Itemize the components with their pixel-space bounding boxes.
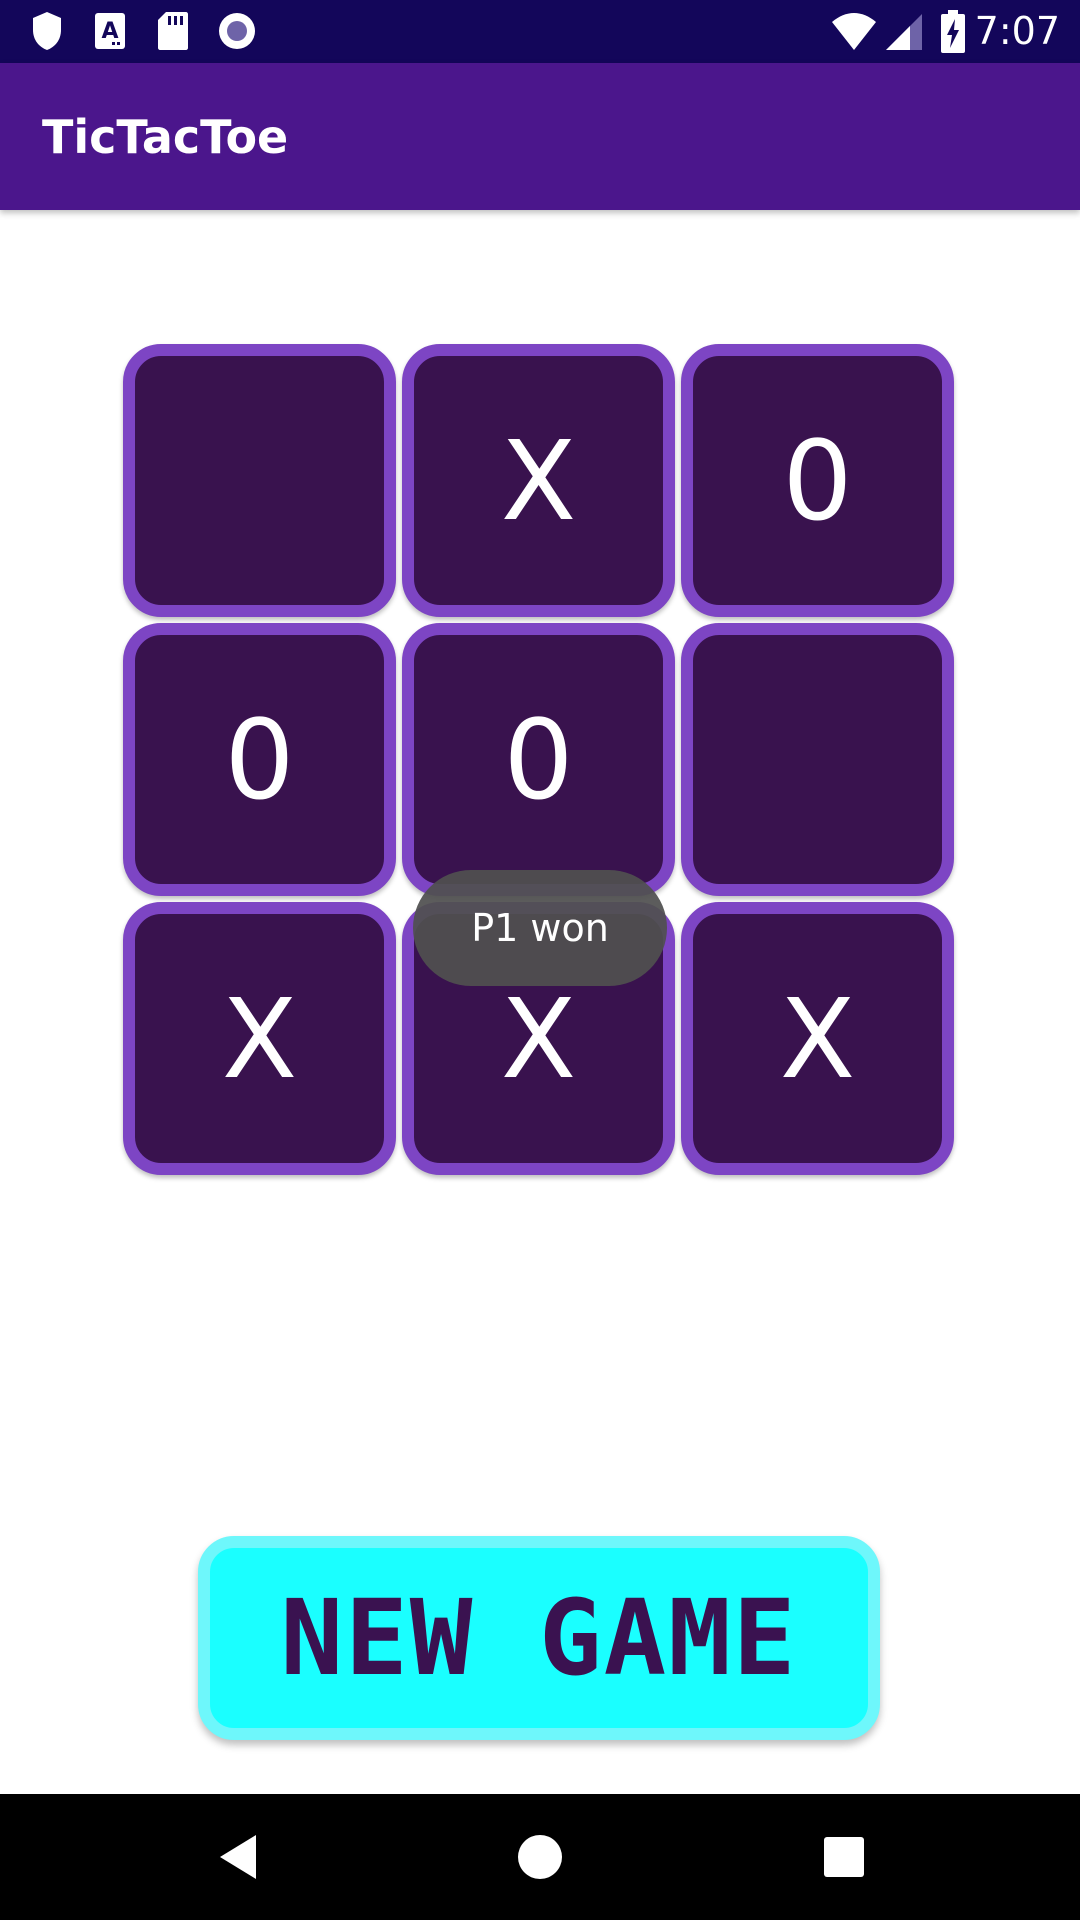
app-bar: TicTacToe bbox=[0, 63, 1080, 210]
board-cell-3[interactable]: 0 bbox=[681, 344, 954, 617]
recents-icon[interactable] bbox=[814, 1827, 874, 1887]
toast-message: P1 won bbox=[413, 870, 667, 986]
board-cell-9[interactable]: X bbox=[681, 902, 954, 1175]
shield-icon bbox=[33, 12, 61, 50]
app-title: TicTacToe bbox=[42, 110, 289, 164]
home-icon[interactable] bbox=[510, 1827, 570, 1887]
wifi-icon bbox=[832, 13, 876, 50]
game-board: X 0 0 0 X X X bbox=[123, 344, 955, 1176]
new-game-button[interactable]: NEW GAME bbox=[198, 1536, 880, 1740]
signal-icon bbox=[886, 14, 922, 50]
svg-text:A: A bbox=[101, 19, 118, 44]
board-cell-7[interactable]: X bbox=[123, 902, 396, 1175]
battery-charging-icon bbox=[941, 10, 965, 53]
record-icon bbox=[219, 13, 255, 49]
status-bar: A 7:07 bbox=[0, 0, 1080, 63]
status-time: 7:07 bbox=[974, 9, 1060, 53]
board-cell-2[interactable]: X bbox=[402, 344, 675, 617]
board-cell-1[interactable] bbox=[123, 344, 396, 617]
back-icon[interactable] bbox=[212, 1827, 272, 1887]
board-cell-6[interactable] bbox=[681, 623, 954, 896]
board-cell-4[interactable]: 0 bbox=[123, 623, 396, 896]
board-cell-5[interactable]: 0 bbox=[402, 623, 675, 896]
sd-card-icon bbox=[158, 12, 188, 50]
text-a-icon: A bbox=[95, 13, 125, 49]
navigation-bar bbox=[0, 1794, 1080, 1920]
